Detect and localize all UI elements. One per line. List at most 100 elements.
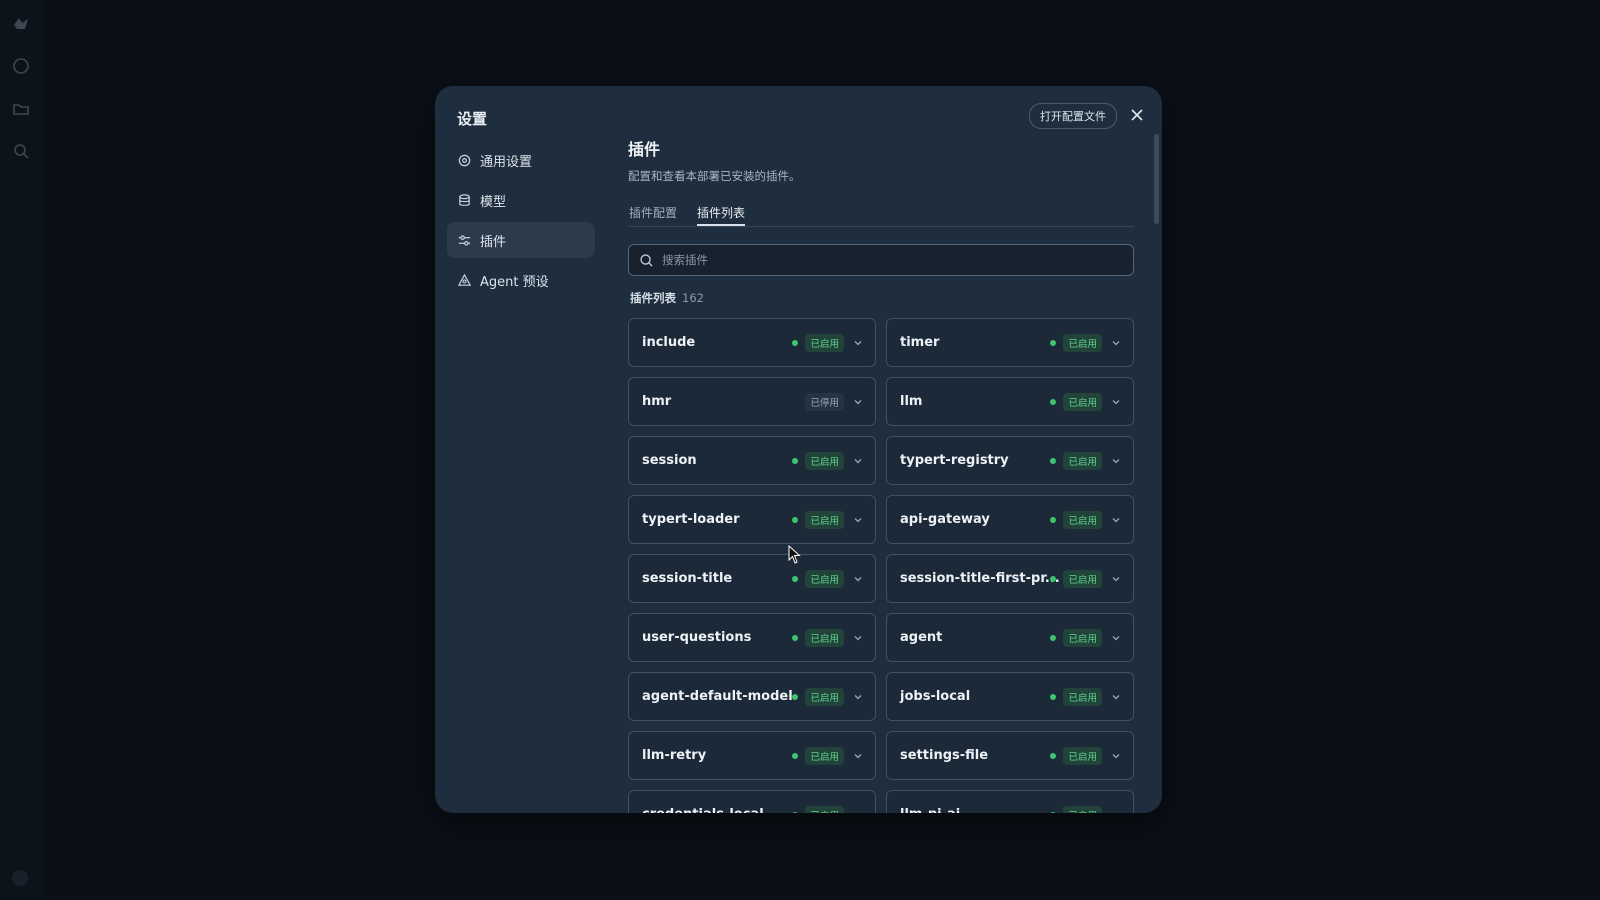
plugin-search-input[interactable] [660, 252, 1133, 268]
status-dot [1050, 634, 1056, 641]
status-badge: 已启用 [805, 746, 844, 765]
chevron-down-icon[interactable] [853, 338, 863, 348]
plugin-count: 162 [682, 291, 704, 305]
page-description: 配置和查看本部署已安装的插件。 [628, 169, 801, 183]
plugin-name: credentials-local [642, 807, 764, 813]
status-badge: 已启用 [805, 569, 844, 588]
chevron-down-icon[interactable] [853, 633, 863, 643]
plugin-name: llm [900, 394, 923, 409]
chevron-down-icon[interactable] [1111, 456, 1121, 466]
chat-icon[interactable] [11, 56, 31, 76]
plugin-card[interactable]: credentials-local 已启用 [628, 790, 876, 813]
plugin-card[interactable]: user-questions 已启用 [628, 613, 876, 662]
nav-item-label: Agent 预设 [480, 274, 549, 290]
chevron-down-icon[interactable] [1111, 633, 1121, 643]
chevron-down-icon[interactable] [1111, 810, 1121, 813]
status-dot [1050, 516, 1056, 523]
sliders-icon [457, 233, 472, 248]
plugin-card[interactable]: session-title-first-pr... 已启用 [886, 554, 1134, 603]
plugin-name: typert-loader [642, 512, 740, 527]
chevron-down-icon[interactable] [1111, 338, 1121, 348]
status-badge: 已启用 [1063, 687, 1102, 706]
search-icon[interactable] [11, 141, 31, 161]
nav-item-plugins[interactable]: 插件 [447, 222, 595, 258]
database-icon [457, 193, 472, 208]
status-dot [1050, 339, 1056, 346]
chevron-down-icon[interactable] [1111, 515, 1121, 525]
status-badge: 已启用 [805, 333, 844, 352]
dialog-scrollbar[interactable] [1154, 134, 1159, 224]
plugin-card[interactable]: session 已启用 [628, 436, 876, 485]
nav-item-models[interactable]: 模型 [447, 182, 595, 218]
plugin-card[interactable]: typert-loader 已启用 [628, 495, 876, 544]
status-badge: 已启用 [1063, 628, 1102, 647]
status-dot [792, 811, 798, 813]
nav-item-label: 模型 [480, 194, 507, 210]
nav-item-agent-presets[interactable]: Agent 预设 [447, 262, 595, 298]
plugin-name: settings-file [900, 748, 989, 763]
plugin-card[interactable]: session-title 已启用 [628, 554, 876, 603]
status-badge: 已启用 [1063, 333, 1102, 352]
chevron-down-icon[interactable] [853, 810, 863, 813]
chevron-down-icon[interactable] [853, 515, 863, 525]
plugin-name: session-title-first-pr... [900, 571, 1060, 586]
status-dot [792, 457, 798, 464]
status-badge: 已启用 [1063, 451, 1102, 470]
user-avatar[interactable] [12, 870, 28, 886]
chevron-down-icon[interactable] [1111, 692, 1121, 702]
plugin-name: api-gateway [900, 512, 990, 527]
chevron-down-icon[interactable] [1111, 751, 1121, 761]
plugin-name: typert-registry [900, 453, 1009, 468]
plugin-card[interactable]: typert-registry 已启用 [886, 436, 1134, 485]
plugin-name: agent [900, 630, 943, 645]
chevron-down-icon[interactable] [853, 751, 863, 761]
status-dot [1050, 693, 1056, 700]
nav-item-general[interactable]: 通用设置 [447, 142, 595, 178]
plugin-card[interactable]: llm 已启用 [886, 377, 1134, 426]
plugin-name: hmr [642, 394, 672, 409]
dialog-title: 设置 [457, 110, 488, 128]
plugin-name: session-title [642, 571, 733, 586]
status-dot [792, 339, 798, 346]
app-rail [0, 0, 44, 900]
active-tab-indicator [697, 224, 745, 226]
plugin-list-header: 插件列表 162 [630, 290, 704, 306]
status-badge: 已启用 [1063, 805, 1102, 813]
chevron-down-icon[interactable] [853, 574, 863, 584]
plugin-card[interactable]: settings-file 已启用 [886, 731, 1134, 780]
plugin-card[interactable]: agent-default-model 已启用 [628, 672, 876, 721]
chevron-down-icon[interactable] [1111, 397, 1121, 407]
plugin-name: timer [900, 335, 940, 350]
search-icon [639, 253, 654, 268]
plugin-card[interactable]: include 已启用 [628, 318, 876, 367]
chevron-down-icon[interactable] [853, 456, 863, 466]
status-dot [1050, 752, 1056, 759]
plugin-card[interactable]: llm-retry 已启用 [628, 731, 876, 780]
tab-plugin-list[interactable]: 插件列表 [697, 204, 745, 221]
gear-icon [457, 153, 472, 168]
chevron-down-icon[interactable] [853, 397, 863, 407]
settings-nav: 通用设置 模型 插件 Agent 预设 [447, 142, 595, 302]
plugin-card[interactable]: timer 已启用 [886, 318, 1134, 367]
folder-icon[interactable] [11, 99, 31, 119]
logo-icon[interactable] [11, 14, 31, 34]
status-badge: 已启用 [1063, 569, 1102, 588]
plugin-card[interactable]: llm-pi-ai 已启用 [886, 790, 1134, 813]
plugin-card[interactable]: hmr 已停用 [628, 377, 876, 426]
plugin-tabs: 插件配置 插件列表 [628, 198, 1134, 227]
page-title: 插件 [628, 140, 661, 159]
status-dot [792, 516, 798, 523]
status-dot [792, 634, 798, 641]
status-dot [792, 752, 798, 759]
chevron-down-icon[interactable] [1111, 574, 1121, 584]
status-dot [792, 693, 798, 700]
plugin-card[interactable]: api-gateway 已启用 [886, 495, 1134, 544]
status-badge: 已启用 [805, 687, 844, 706]
tab-plugin-config[interactable]: 插件配置 [629, 204, 677, 221]
chevron-down-icon[interactable] [853, 692, 863, 702]
status-badge: 已启用 [1063, 746, 1102, 765]
plugin-list-label: 插件列表 [630, 291, 676, 305]
status-badge: 已启用 [805, 510, 844, 529]
plugin-card[interactable]: agent 已启用 [886, 613, 1134, 662]
plugin-card[interactable]: jobs-local 已启用 [886, 672, 1134, 721]
